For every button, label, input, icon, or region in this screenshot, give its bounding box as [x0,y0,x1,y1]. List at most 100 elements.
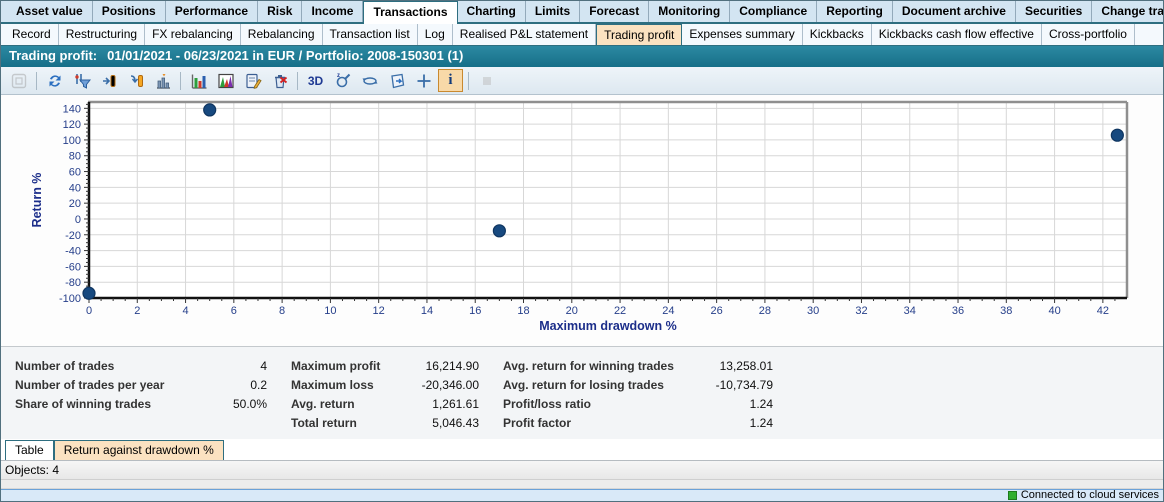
delete-icon[interactable] [267,69,292,92]
svg-text:36: 36 [952,305,964,317]
scatter-point[interactable] [1111,129,1123,141]
menu-tab-income[interactable]: Income [302,1,363,22]
svg-text:60: 60 [69,167,81,179]
stat-label: Profit/loss ratio [503,397,591,411]
svg-text:-60: -60 [65,261,81,273]
menu-tab-document-archive[interactable]: Document archive [893,1,1016,22]
connection-status-icon [1008,491,1017,500]
svg-text:z: z [337,73,340,79]
svg-text:28: 28 [759,305,771,317]
objects-count-label: Objects: 4 [5,463,59,477]
x-axis-title: Maximum drawdown % [539,319,677,333]
stat-number-of-trades: Number of trades4 [15,356,267,375]
stats-column-3: Avg. return for winning trades13,258.01A… [503,356,773,439]
svg-text:-20: -20 [65,230,81,242]
sub-tab-trading-profit[interactable]: Trading profit [596,24,682,45]
sub-tab-transaction-list[interactable]: Transaction list [323,24,418,45]
svg-text:18: 18 [517,305,529,317]
report-icon[interactable] [240,69,265,92]
svg-text:10: 10 [324,305,336,317]
menu-tab-asset-value[interactable]: Asset value [7,1,93,22]
svg-text:-40: -40 [65,246,81,258]
stat-label: Maximum loss [291,378,374,392]
svg-text:100: 100 [63,135,81,147]
menu-tab-reporting[interactable]: Reporting [817,1,893,22]
sub-tab-fx-rebalancing[interactable]: FX rebalancing [145,24,241,45]
bottom-tab-table[interactable]: Table [5,440,54,460]
menu-tab-limits[interactable]: Limits [526,1,580,22]
sub-tab-cross-portfolio[interactable]: Cross-portfolio [1042,24,1135,45]
svg-text:140: 140 [63,103,81,115]
stat-value: 16,214.90 [426,359,479,373]
statistics-icon[interactable] [150,69,175,92]
stat-label: Avg. return for losing trades [503,378,664,392]
stat-number-of-trades-per-year: Number of trades per year0.2 [15,375,267,394]
stat-value: 1,261.61 [432,397,479,411]
trade-statistics-panel: Number of trades4Number of trades per ye… [1,346,1163,439]
stat-label: Number of trades per year [15,378,164,392]
stat-value: -20,346.00 [422,378,479,392]
stats-column-2: Maximum profit 16,214.90 Maximum loss -20,3… [291,356,479,439]
stat-avg-return: Avg. return 1,261.61 [291,394,479,413]
stat-share-of-winning-trades: Share of winning trades50.0% [15,394,267,413]
app-window: Asset valuePositionsPerformanceRiskIncom… [0,0,1164,502]
three-d-icon[interactable]: 3D [303,69,328,92]
perspective-icon[interactable] [384,69,409,92]
sub-tab-kickbacks-cash-flow-effective[interactable]: Kickbacks cash flow effective [872,24,1042,45]
area-chart-icon[interactable] [213,69,238,92]
bottom-tab-return-against-drawdown[interactable]: Return against drawdown % [54,440,224,460]
rotate-icon[interactable] [357,69,382,92]
crosshair-icon[interactable] [411,69,436,92]
menu-tab-positions[interactable]: Positions [93,1,166,22]
menu-tab-forecast[interactable]: Forecast [580,1,649,22]
menu-tab-securities[interactable]: Securities [1016,1,1092,22]
stat-label: Maximum profit [291,359,380,373]
svg-text:2: 2 [134,305,140,317]
svg-text:8: 8 [279,305,285,317]
stat-value: -10,734.79 [716,378,773,392]
zoom-icon[interactable]: z [330,69,355,92]
menu-tab-charting[interactable]: Charting [458,1,526,22]
menu-tab-compliance[interactable]: Compliance [730,1,817,22]
sub-tab-expenses-summary[interactable]: Expenses summary [682,24,802,45]
filter-icon[interactable] [69,69,94,92]
range-down-icon[interactable] [123,69,148,92]
svg-text:26: 26 [711,305,723,317]
menu-tab-transactions[interactable]: Transactions [363,1,457,24]
status-bar: Connected to cloud services [1,489,1163,501]
stat-value: 5,046.43 [432,416,479,430]
stat-avg-return-for-winning-trades: Avg. return for winning trades13,258.01 [503,356,773,375]
sub-tab-log[interactable]: Log [418,24,453,45]
svg-text:24: 24 [662,305,674,317]
info-icon[interactable]: i [438,69,463,92]
menu-tab-monitoring[interactable]: Monitoring [649,1,730,22]
svg-text:22: 22 [614,305,626,317]
sub-tab-realised-p-l-statement[interactable]: Realised P&L statement [453,24,596,45]
sub-tab-record[interactable]: Record [5,24,59,45]
scatter-point[interactable] [204,104,216,116]
view-tabs: TableReturn against drawdown % [1,439,1163,461]
svg-text:80: 80 [69,151,81,163]
menu-tab-performance[interactable]: Performance [166,1,258,22]
menu-tab-change-tracking[interactable]: Change tracking [1092,1,1164,22]
stat-avg-return-for-losing-trades: Avg. return for losing trades -10,734.79 [503,375,773,394]
svg-text:14: 14 [421,305,433,317]
menu-tab-risk[interactable]: Risk [258,1,302,22]
refresh-icon[interactable] [42,69,67,92]
toolbar-separator [180,72,181,90]
svg-text:40: 40 [1048,305,1060,317]
sub-tab-rebalancing[interactable]: Rebalancing [241,24,323,45]
stat-profit-loss-ratio: Profit/loss ratio1.24 [503,394,773,413]
svg-text:32: 32 [855,305,867,317]
scatter-point[interactable] [83,287,95,299]
range-right-icon[interactable] [96,69,121,92]
stat-value: 50.0% [233,397,267,411]
spacer-bar [1,480,1163,489]
bar-chart-icon[interactable] [186,69,211,92]
stat-label: Avg. return [291,397,355,411]
sub-tab-restructuring[interactable]: Restructuring [59,24,145,45]
sub-tab-kickbacks[interactable]: Kickbacks [803,24,872,45]
svg-text:6: 6 [231,305,237,317]
svg-text:0: 0 [75,214,81,226]
scatter-point[interactable] [493,225,505,237]
